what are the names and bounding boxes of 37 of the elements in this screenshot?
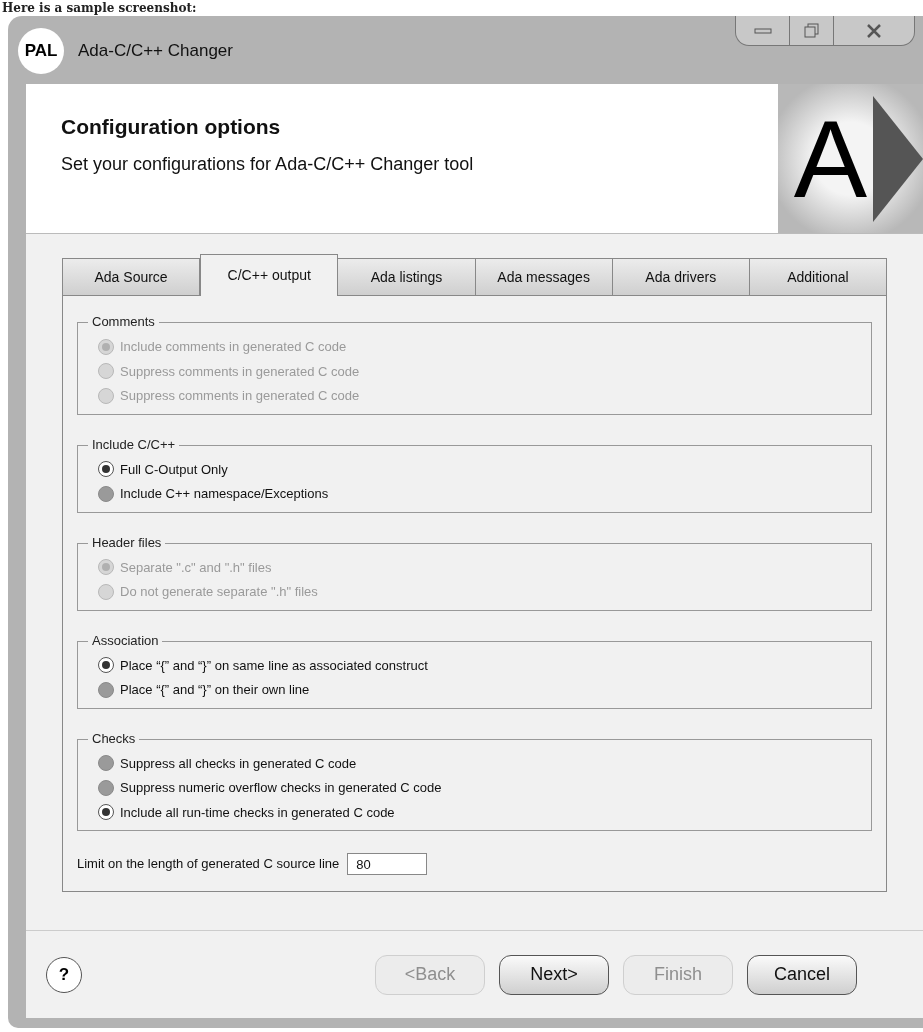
option-label: Place “{” and “}” on their own line [120, 681, 310, 699]
line-limit-label: Limit on the length of generated C source line [77, 855, 340, 874]
line-limit-field[interactable]: 80 [347, 853, 428, 875]
window-title: Ada-C/C++ Changer [78, 40, 233, 63]
header-subtitle: Set your configurations for Ada-C/C++ Changer tool [61, 152, 475, 176]
tab[interactable]: Additional [749, 258, 888, 296]
tab[interactable]: Ada listings [338, 258, 476, 296]
radio-button[interactable] [98, 461, 114, 478]
option-label: Suppress comments in generated C code [120, 387, 360, 405]
tab[interactable]: C/C++ output [200, 254, 339, 296]
caption: Here is a sample screenshot: [1, 0, 198, 16]
help-button[interactable]: ? [46, 956, 82, 993]
logo-letter: A [793, 103, 868, 214]
app-badge: PAL [18, 28, 64, 74]
radio-button[interactable] [98, 779, 114, 796]
option-label: Do not generate separate ".h" files [120, 583, 318, 601]
tab[interactable]: Ada drivers [612, 258, 750, 296]
option-label: Separate ".c" and ".h" files [120, 558, 272, 577]
radio-button[interactable] [98, 681, 114, 698]
wizard-button[interactable]: Next> [499, 954, 609, 995]
wizard-button[interactable]: Cancel [747, 954, 857, 995]
triangle-icon [873, 96, 923, 222]
option-label: Suppress comments in generated C code [120, 362, 360, 381]
option-label: Suppress numeric overflow checks in generated C code [120, 779, 442, 797]
radio-button[interactable] [98, 804, 114, 821]
option-label: Include all run-time checks in generated C code [120, 803, 395, 822]
radio-button[interactable] [98, 755, 114, 772]
option-label: Place “{” and “}” on same line as associated construct [120, 656, 428, 675]
tab[interactable]: Ada messages [475, 258, 613, 296]
header-title: Configuration options [61, 114, 282, 140]
option-label: Include comments in generated C code [120, 338, 347, 356]
option-label: Include C++ namespace/Exceptions [120, 485, 329, 503]
tab[interactable]: Ada Source [62, 258, 201, 296]
radio-button[interactable] [98, 657, 114, 674]
option-label: Full C-Output Only [120, 460, 228, 479]
radio-button[interactable] [98, 485, 114, 502]
option-label: Suppress all checks in generated C code [120, 754, 357, 773]
